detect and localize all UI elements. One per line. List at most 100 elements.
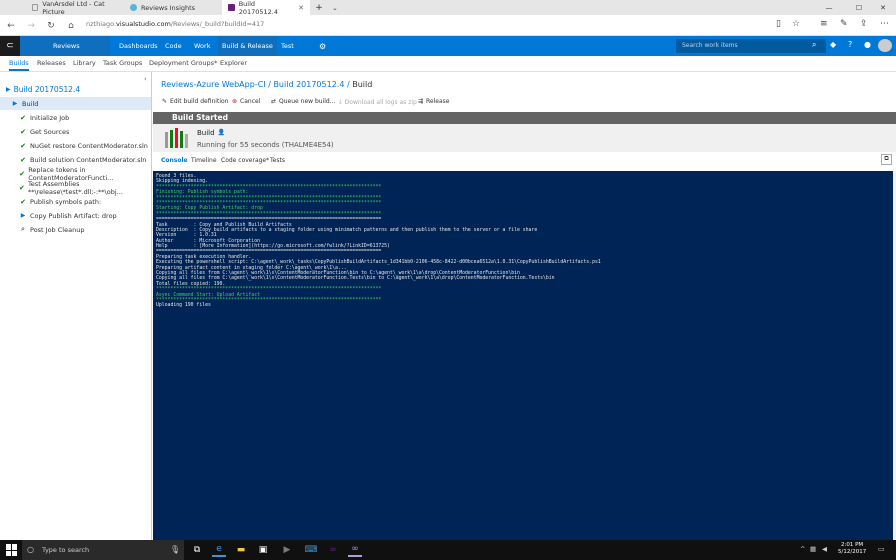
tab-tests[interactable]: Tests [270, 157, 285, 164]
build-step-item[interactable]: ✔ Initialize Job [0, 111, 151, 124]
subnav-releases[interactable]: Releases [37, 59, 66, 67]
tab-timeline[interactable]: Timeline [191, 157, 217, 164]
share-icon[interactable]: ⇪ [860, 19, 868, 29]
microphone-icon[interactable]: 🎙 [170, 545, 180, 554]
copy-log-icon[interactable]: ⧉ [881, 154, 892, 165]
browser-tab-build[interactable]: Build 20170512.4 ✕ [222, 0, 310, 16]
favorite-star-icon[interactable]: ☆ [792, 19, 800, 29]
forward-icon[interactable]: → [24, 19, 38, 33]
build-step-item[interactable]: ✔ Get Sources [0, 125, 151, 138]
build-step-label: Build solution ContentModerator.sln [30, 155, 147, 164]
download-logs-button[interactable]: ⤓ Download all logs as zip [339, 98, 417, 106]
nav-code[interactable]: Code [161, 36, 186, 56]
queue-new-build-button[interactable]: ⇄ Queue new build... [271, 98, 335, 105]
settings-gear-icon[interactable]: ⚙ [315, 36, 330, 56]
build-title: Build 20170512.4 [13, 85, 81, 94]
build-step-label: Test Assemblies **\release\*test*.dll;-:… [27, 179, 123, 196]
left-build-title[interactable]: ▶ Build 20170512.4 [6, 85, 80, 94]
tab-label: Build 20170512.4 [238, 0, 279, 16]
tab-console[interactable]: Console [161, 157, 188, 164]
subnav-deployment-groups[interactable]: Deployment Groups* [149, 59, 217, 67]
search-input[interactable]: Search work items [676, 39, 826, 53]
nav-test[interactable]: Test [277, 36, 298, 56]
tray-up-icon[interactable]: ^ [800, 545, 805, 553]
address-bar: ← → ↻ ⌂ nzthiago.visualstudio.com/Review… [0, 15, 896, 36]
refresh-icon[interactable]: ↻ [44, 19, 58, 33]
notes-icon[interactable]: ✎ [840, 19, 848, 29]
back-icon[interactable]: ← [4, 19, 18, 33]
close-window-button[interactable]: ✕ [872, 0, 894, 15]
cancel-button[interactable]: ⊗ Cancel [232, 98, 260, 105]
release-button[interactable]: ⇶ Release [418, 98, 449, 105]
task-view-icon[interactable]: ⧉ [190, 543, 204, 557]
windows-taskbar: Type to search ○ 🎙 ⧉ e ▬ ▣ ▶ ⌨ ∞ ∞ ^ ▦ ◀… [0, 540, 896, 560]
clock-date: 5/12/2017 [838, 549, 867, 555]
help-icon[interactable]: ? [848, 40, 852, 49]
search-icon[interactable]: ⌕ [812, 40, 816, 50]
powershell-icon[interactable]: ⌨ [304, 543, 318, 557]
build-step-item[interactable]: ▶ Copy Publish Artifact: drop [0, 209, 151, 222]
log-tabs: Console Timeline Code coverage* Tests ⧉ [153, 152, 896, 170]
build-progress-icon [165, 128, 188, 148]
edit-build-definition-button[interactable]: ✎ Edit build definition [162, 98, 228, 105]
minimize-button[interactable]: — [818, 0, 840, 15]
close-tab-icon[interactable]: ✕ [298, 4, 304, 12]
visual-studio-preview-icon[interactable]: ∞ [348, 543, 362, 557]
browser-tab-reviews-insights[interactable]: Reviews Insights [124, 0, 220, 15]
url-field[interactable]: nzthiago.visualstudio.com/Reviews/_build… [86, 20, 264, 28]
search-circle-icon: ○ [27, 545, 34, 554]
breadcrumb-definition[interactable]: Reviews-Azure WebApp-CI [161, 80, 266, 89]
build-subnav: Builds Releases Library Task Groups Depl… [0, 56, 896, 72]
console-log[interactable]: Found 3 files. Skipping indexing. ********… [153, 171, 893, 540]
collapse-panel-icon[interactable]: ‹ [144, 75, 147, 83]
app-icon[interactable]: ▶ [280, 543, 294, 557]
build-step-label: Get Sources [30, 127, 70, 136]
action-center-icon[interactable]: ▭ [878, 545, 885, 553]
build-running-status: Running for 55 seconds (THALME4E54) [197, 141, 334, 149]
file-explorer-icon[interactable]: ▬ [234, 543, 248, 557]
volume-icon[interactable]: ◀ [822, 545, 827, 553]
store-icon[interactable]: ▣ [256, 543, 270, 557]
build-step-item[interactable]: ✔ Replace tokens in ContentModeratorFunct… [0, 166, 151, 182]
tab-code-coverage[interactable]: Code coverage* [221, 157, 269, 164]
subnav-library[interactable]: Library [73, 59, 96, 67]
breadcrumb-build[interactable]: Build 20170512.4 [273, 80, 344, 89]
build-step-label: Initialize Job [30, 113, 70, 122]
build-step-label: NuGet restore ContentModerator.sln [30, 141, 148, 150]
nav-dashboards[interactable]: Dashboards [115, 36, 162, 56]
build-step-item[interactable]: ✔ Test Assemblies **\release\*test*.dll;-… [0, 179, 151, 196]
edge-browser-icon[interactable]: e [212, 543, 226, 557]
home-icon[interactable]: ⌂ [64, 19, 78, 33]
new-tab-button[interactable]: + [312, 0, 326, 15]
nav-work[interactable]: Work [190, 36, 214, 56]
subnav-task-groups[interactable]: Task Groups [103, 59, 142, 67]
tab-label: Reviews Insights [141, 3, 196, 12]
pending-icon: ⌕ [21, 225, 25, 233]
reading-view-icon[interactable]: ▯ [776, 19, 781, 29]
project-selector[interactable]: Reviews [20, 36, 110, 56]
cancel-icon: ⊗ [232, 98, 238, 105]
build-step-item[interactable]: ✔ NuGet restore ContentModerator.sln [0, 139, 151, 152]
browser-tab-cat-picture[interactable]: VanArsdel Ltd - Cat Picture [26, 0, 122, 16]
build-step-item[interactable]: ▶ Build [0, 97, 151, 110]
avatar[interactable] [878, 39, 892, 52]
build-step-item[interactable]: ✔ Build solution ContentModerator.sln [0, 153, 151, 166]
build-step-item[interactable]: ✔ Publish symbols path: [0, 195, 151, 208]
build-step-item[interactable]: ⌕ Post Job Cleanup [0, 223, 151, 236]
taskbar-clock[interactable]: 2:01 PM 5/12/2017 [838, 542, 866, 556]
subnav-builds[interactable]: Builds [9, 59, 29, 71]
tab-list-icon[interactable]: ⌄ [328, 0, 342, 15]
visual-studio-icon[interactable]: ∞ [326, 543, 340, 557]
hub-icon[interactable]: ≡ [820, 19, 828, 29]
subnav-explorer[interactable]: Explorer [220, 59, 247, 67]
network-icon[interactable]: ▦ [810, 545, 816, 553]
windows-start-icon[interactable] [6, 544, 18, 556]
more-icon[interactable]: ⋯ [880, 19, 889, 29]
build-step-label: Publish symbols path: [30, 197, 102, 206]
vsts-logo-icon[interactable]: ⊂ [0, 36, 20, 56]
notifications-icon[interactable]: ● [864, 40, 871, 49]
maximize-button[interactable]: ☐ [848, 0, 870, 15]
taskbar-search-input[interactable]: Type to search [22, 540, 184, 560]
nav-build-release[interactable]: Build & Release [218, 36, 277, 56]
marketplace-icon[interactable]: ◆ [830, 40, 836, 49]
